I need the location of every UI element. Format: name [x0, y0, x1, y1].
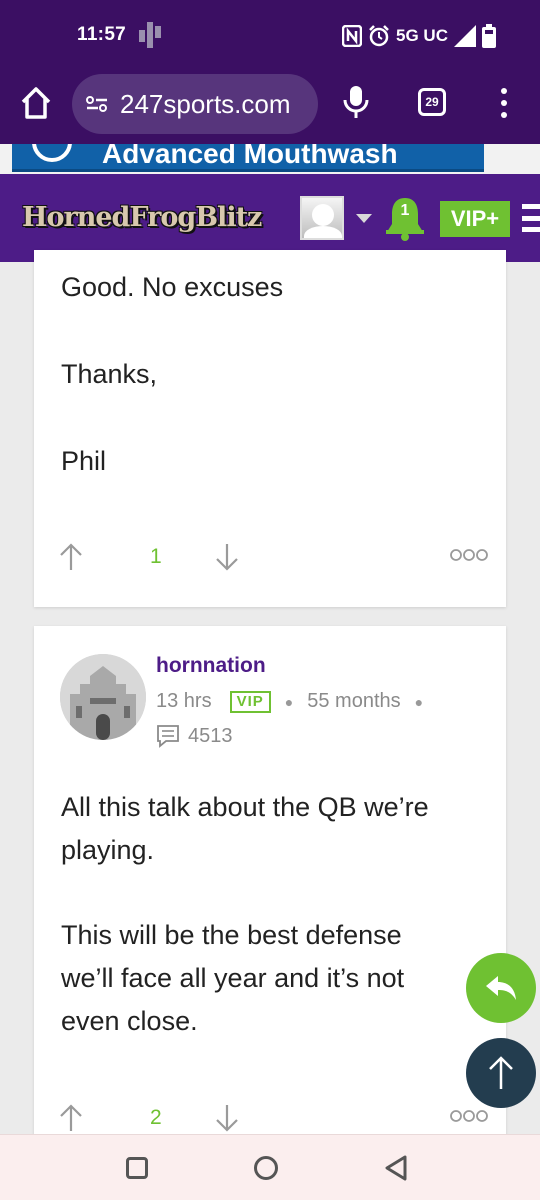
comment-icon — [157, 725, 179, 748]
separator-dot: ● — [284, 693, 294, 710]
post-meta: 13 hrs VIP ● 55 months ● — [156, 690, 437, 713]
upvote-count: 1 — [150, 545, 162, 568]
hamburger-menu-icon[interactable] — [522, 204, 540, 232]
upvote-arrow-icon[interactable] — [58, 542, 84, 572]
vip-badge: VIP — [229, 690, 271, 713]
browser-toolbar: 247sports.com 29 — [0, 72, 540, 144]
post-body-line: Thanks, — [61, 359, 158, 389]
chevron-down-icon[interactable] — [356, 214, 372, 223]
home-nav-icon[interactable] — [254, 1156, 278, 1180]
arrow-up-icon — [489, 1056, 513, 1089]
site-header: HornedFrogBlitz 1 VIP+ — [0, 174, 540, 262]
author-avatar-image — [60, 654, 146, 740]
address-bar[interactable]: 247sports.com — [72, 74, 318, 134]
post-body-paragraph: All this talk about the QB we’re playing… — [61, 792, 429, 865]
site-settings-icon[interactable] — [86, 96, 108, 112]
site-logo[interactable]: HornedFrogBlitz — [22, 202, 262, 233]
user-avatar[interactable] — [300, 196, 344, 240]
home-icon[interactable] — [20, 86, 52, 120]
notifications-bell-button[interactable]: 1 — [384, 196, 426, 242]
back-icon[interactable] — [384, 1155, 408, 1181]
recent-apps-icon[interactable] — [126, 1157, 148, 1179]
post-count-row: 4513 — [156, 724, 233, 748]
nfc-icon — [342, 25, 363, 47]
author-username[interactable]: hornnation — [156, 654, 266, 678]
post-count: 4513 — [188, 724, 233, 747]
ad-banner[interactable]: Advanced Mouthwash — [0, 144, 540, 174]
notification-count: 1 — [400, 202, 410, 219]
vote-row: 2 — [58, 1103, 488, 1133]
microphone-icon[interactable] — [342, 84, 370, 120]
more-options-icon[interactable] — [450, 1109, 488, 1123]
status-time: 11:57 — [77, 24, 127, 45]
ad-text: Advanced Mouthwash — [102, 144, 398, 169]
post-body-paragraph: This will be the best defense we’ll face… — [61, 920, 405, 1036]
scroll-to-top-button[interactable] — [466, 1038, 536, 1108]
network-label: 5G UC — [396, 26, 448, 45]
status-right-icons: 5G UC — [342, 22, 496, 50]
tab-switcher-button[interactable]: 29 — [418, 88, 446, 116]
upvote-count: 2 — [150, 1106, 162, 1129]
status-bar: 11:57 5G UC — [0, 0, 540, 72]
separator-dot: ● — [414, 693, 424, 710]
browser-menu-icon[interactable] — [492, 86, 516, 120]
downvote-arrow-icon[interactable] — [214, 1103, 240, 1133]
downvote-arrow-icon[interactable] — [214, 542, 240, 572]
alarm-icon — [369, 25, 389, 47]
reply-button[interactable] — [466, 953, 536, 1023]
more-options-icon[interactable] — [450, 548, 488, 562]
member-tenure: 55 months — [307, 690, 401, 712]
post-body-line: Phil — [61, 446, 107, 476]
app-notification-icon — [139, 22, 161, 48]
upvote-arrow-icon[interactable] — [58, 1103, 84, 1133]
post-card: Good. No excuses Thanks, Phil 1 — [34, 250, 506, 607]
post-card: hornnation 13 hrs VIP ● 55 months ● 4513… — [34, 626, 506, 1146]
author-avatar[interactable] — [60, 654, 146, 740]
signal-icon — [454, 25, 476, 47]
reply-icon — [486, 976, 516, 1000]
vip-plus-button[interactable]: VIP+ — [440, 201, 510, 237]
system-navigation-bar — [0, 1134, 540, 1200]
post-time: 13 hrs — [156, 690, 212, 712]
vote-row: 1 — [58, 542, 488, 572]
url-text: 247sports.com — [120, 88, 291, 119]
ad-image[interactable]: Advanced Mouthwash — [12, 144, 484, 172]
battery-icon — [482, 24, 496, 48]
ad-logo-icon — [32, 144, 72, 162]
post-body-line: Good. No excuses — [61, 272, 284, 302]
